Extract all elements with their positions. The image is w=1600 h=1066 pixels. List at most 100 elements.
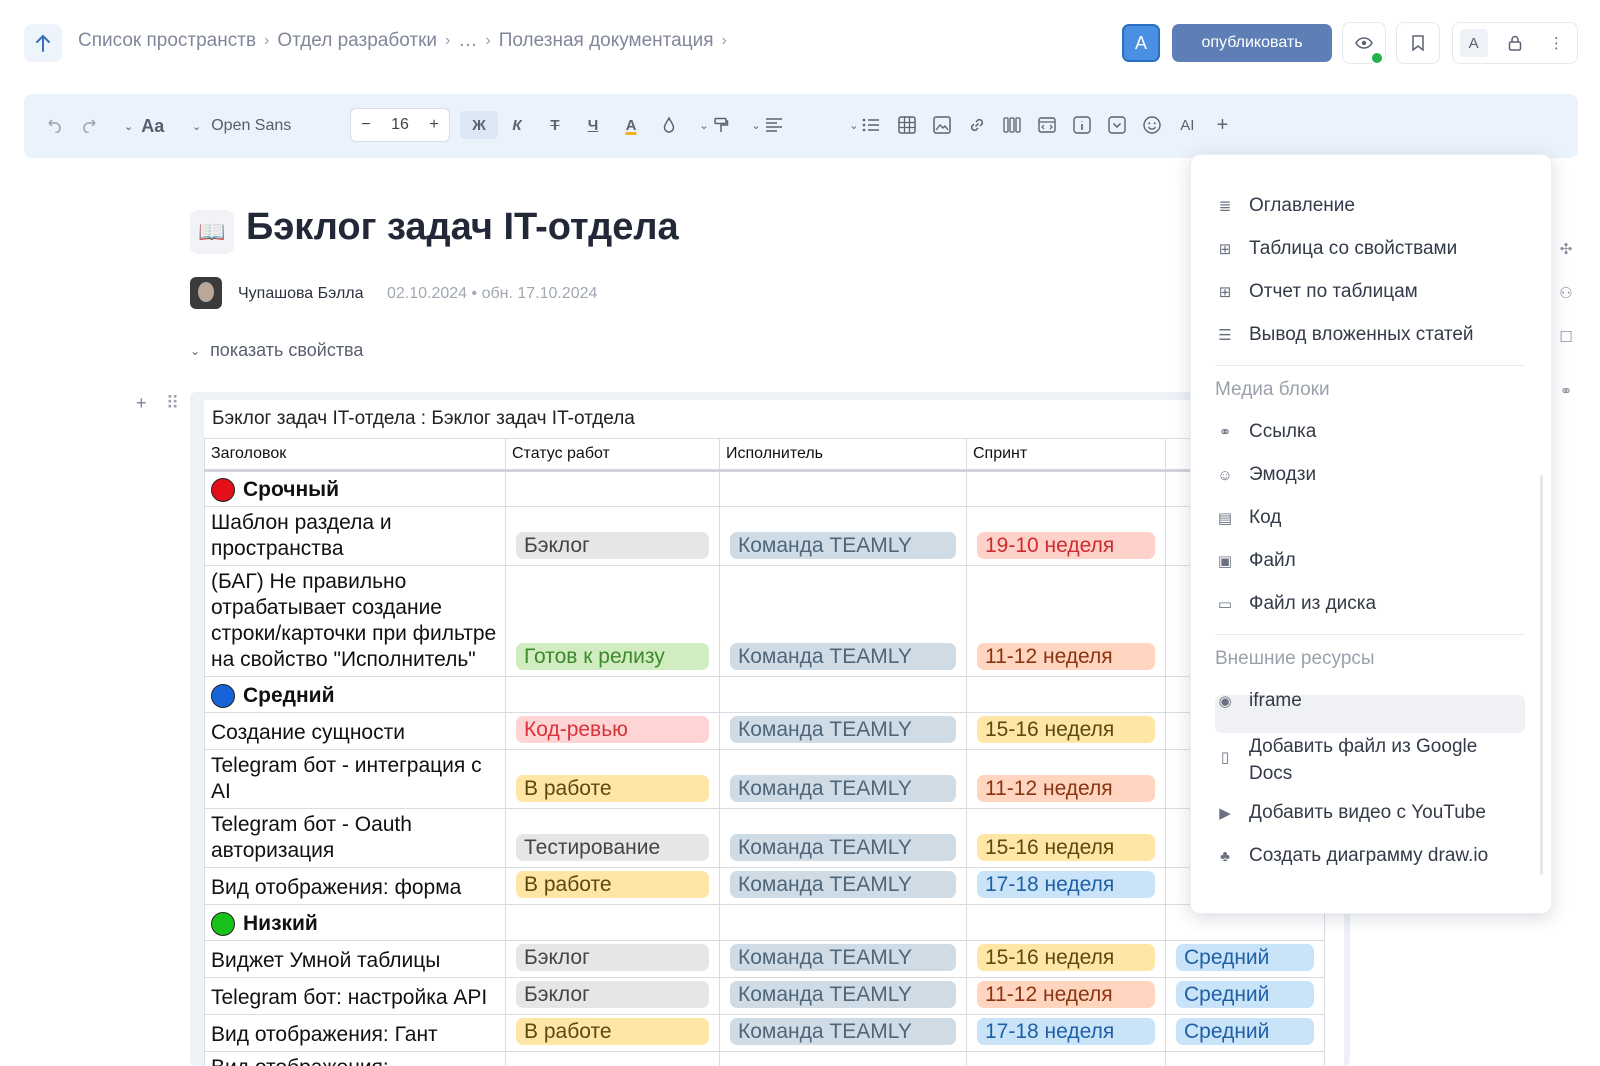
group-row[interactable]: Срочный: [204, 470, 1325, 507]
breadcrumb-item[interactable]: Полезная документация: [499, 30, 714, 52]
assignee-cell[interactable]: Команда TEAMLY: [719, 506, 967, 566]
emoji-icon[interactable]: [1135, 111, 1170, 139]
page-emoji[interactable]: 📖: [190, 210, 234, 254]
status-badge[interactable]: В работе: [516, 1018, 709, 1045]
comment-icon[interactable]: ☐: [1556, 328, 1576, 346]
menu-item-toc[interactable]: ≣ Оглавление: [1215, 195, 1525, 217]
sprint-cell[interactable]: 15-16 неделя: [966, 808, 1166, 868]
text-color-icon[interactable]: A: [612, 111, 650, 139]
template-icon[interactable]: ✣: [1556, 240, 1576, 258]
menu-item-emoji[interactable]: ☺ Эмодзи: [1215, 464, 1525, 486]
assignee-badge[interactable]: Команда TEAMLY: [730, 1018, 956, 1045]
menu-item-code[interactable]: ▤ Код: [1215, 507, 1525, 529]
bullet-list-icon[interactable]: ⌄: [840, 111, 890, 139]
info-icon[interactable]: [1065, 111, 1100, 139]
sprint-cell[interactable]: 11-12 неделя: [966, 977, 1166, 1015]
sprint-cell[interactable]: 11-12 неделя: [966, 749, 1166, 809]
status-cell[interactable]: [505, 1051, 720, 1066]
menu-scrollbar[interactable]: [1540, 475, 1543, 875]
plus-icon[interactable]: +: [429, 116, 438, 134]
status-badge[interactable]: Бэклог: [516, 981, 709, 1008]
table-row[interactable]: Виджет Умной таблицы Бэклог Команда TEAMLY…: [204, 940, 1325, 978]
link-icon[interactable]: [960, 111, 995, 139]
publish-button[interactable]: опубликовать: [1172, 24, 1332, 62]
column-header[interactable]: Статус работ: [505, 438, 720, 472]
assignee-badge[interactable]: Команда TEAMLY: [730, 643, 956, 670]
assignee-cell[interactable]: Команда TEAMLY: [719, 749, 967, 809]
priority-cell[interactable]: Средний: [1165, 1014, 1325, 1052]
title-cell[interactable]: Вид отображения: Гант: [204, 1014, 506, 1052]
assignee-cell[interactable]: Команда TEAMLY: [719, 808, 967, 868]
underline-icon[interactable]: Ч: [574, 111, 612, 139]
bold-icon[interactable]: Ж: [460, 111, 498, 139]
status-cell[interactable]: В работе: [505, 867, 720, 905]
undo-icon[interactable]: [44, 110, 62, 142]
assignee-cell[interactable]: Команда TEAMLY: [719, 977, 967, 1015]
align-icon[interactable]: ⌄: [740, 111, 794, 139]
code-block-icon[interactable]: [1030, 111, 1065, 139]
text-style-dropdown[interactable]: ⌄ Aa: [124, 110, 164, 142]
menu-item-properties-table[interactable]: ⊞ Таблица со свойствами: [1215, 238, 1525, 260]
breadcrumb-item[interactable]: Отдел разработки: [277, 30, 437, 52]
lock-icon[interactable]: [1501, 29, 1529, 57]
status-badge[interactable]: В работе: [516, 775, 709, 802]
sprint-cell[interactable]: 11-12 неделя: [966, 565, 1166, 677]
priority-cell[interactable]: Средний: [1165, 940, 1325, 978]
assignee-cell[interactable]: Команда TEAMLY: [719, 712, 967, 750]
highlight-icon[interactable]: [650, 111, 688, 139]
status-cell[interactable]: Код-ревью: [505, 712, 720, 750]
sprint-badge[interactable]: 15-16 неделя: [977, 716, 1155, 743]
assignee-cell[interactable]: [719, 1051, 967, 1066]
sprint-cell[interactable]: [966, 1051, 1166, 1066]
priority-cell[interactable]: Средний: [1165, 977, 1325, 1015]
ai-icon[interactable]: AI: [1170, 111, 1205, 139]
menu-item-iframe[interactable]: ◉ iframe: [1215, 690, 1525, 712]
format-painter-icon[interactable]: ⌄: [688, 111, 740, 139]
eye-icon[interactable]: [1350, 29, 1384, 65]
table-row[interactable]: Шаблон раздела и пространства Бэклог Коман…: [204, 506, 1325, 566]
status-cell[interactable]: Бэклог: [505, 977, 720, 1015]
show-properties-toggle[interactable]: ⌄ показать свойства: [190, 340, 363, 361]
font-size-stepper[interactable]: − 16 +: [350, 108, 450, 142]
bookmark-icon[interactable]: [1404, 29, 1432, 57]
title-cell[interactable]: Шаблон раздела и пространства: [204, 506, 506, 566]
status-badge[interactable]: Тестирование: [516, 834, 709, 861]
table-row[interactable]: Вид отображения: Гант В работе Команда TEA…: [204, 1014, 1325, 1052]
menu-item-google-docs[interactable]: ▯ Добавить файл из Google Docs: [1215, 733, 1525, 787]
title-cell[interactable]: Вид отображения: форма: [204, 867, 506, 905]
sprint-cell[interactable]: 19-10 неделя: [966, 506, 1166, 566]
assignee-cell[interactable]: Команда TEAMLY: [719, 565, 967, 677]
sprint-cell[interactable]: 17-18 неделя: [966, 1014, 1166, 1052]
menu-item-youtube[interactable]: ▶ Добавить видео с YouTube: [1215, 802, 1525, 824]
link-icon[interactable]: ⚭: [1556, 382, 1576, 400]
more-vertical-icon[interactable]: ⋮: [1542, 29, 1570, 57]
sprint-cell[interactable]: 15-16 неделя: [966, 712, 1166, 750]
image-icon[interactable]: [925, 111, 960, 139]
assignee-cell[interactable]: Команда TEAMLY: [719, 1014, 967, 1052]
author-name[interactable]: Чупашова Бэлла: [238, 285, 364, 303]
assignee-cell[interactable]: Команда TEAMLY: [719, 867, 967, 905]
title-cell[interactable]: Telegram бот: настройка API: [204, 977, 506, 1015]
menu-item-table-report[interactable]: ⊞ Отчет по таблицам: [1215, 281, 1525, 303]
status-cell[interactable]: Тестирование: [505, 808, 720, 868]
menu-item-child-pages[interactable]: ☰ Вывод вложенных статей: [1215, 324, 1525, 346]
table-icon[interactable]: [890, 111, 925, 139]
table-row[interactable]: Telegram бот - Oauth авторизация Тестиров…: [204, 808, 1325, 868]
sprint-badge[interactable]: 11-12 неделя: [977, 981, 1155, 1008]
sprint-cell[interactable]: 15-16 неделя: [966, 940, 1166, 978]
status-badge[interactable]: Бэклог: [516, 532, 709, 559]
title-cell[interactable]: Создание сущности: [204, 712, 506, 750]
assignee-cell[interactable]: Команда TEAMLY: [719, 940, 967, 978]
menu-item-link[interactable]: ⚭ Ссылка: [1215, 421, 1525, 443]
users-icon[interactable]: ⚇: [1556, 284, 1576, 302]
title-cell[interactable]: Вид отображения:: [204, 1051, 506, 1066]
breadcrumb-item[interactable]: Список пространств: [78, 30, 256, 52]
text-a-icon[interactable]: A: [1459, 29, 1488, 57]
go-up-button[interactable]: [24, 24, 62, 62]
assignee-badge[interactable]: Команда TEAMLY: [730, 532, 956, 559]
status-cell[interactable]: В работе: [505, 749, 720, 809]
breadcrumb-ellipsis[interactable]: …: [458, 30, 477, 52]
status-badge[interactable]: В работе: [516, 871, 709, 898]
user-avatar-button[interactable]: A: [1122, 24, 1160, 62]
status-cell[interactable]: Бэклог: [505, 506, 720, 566]
